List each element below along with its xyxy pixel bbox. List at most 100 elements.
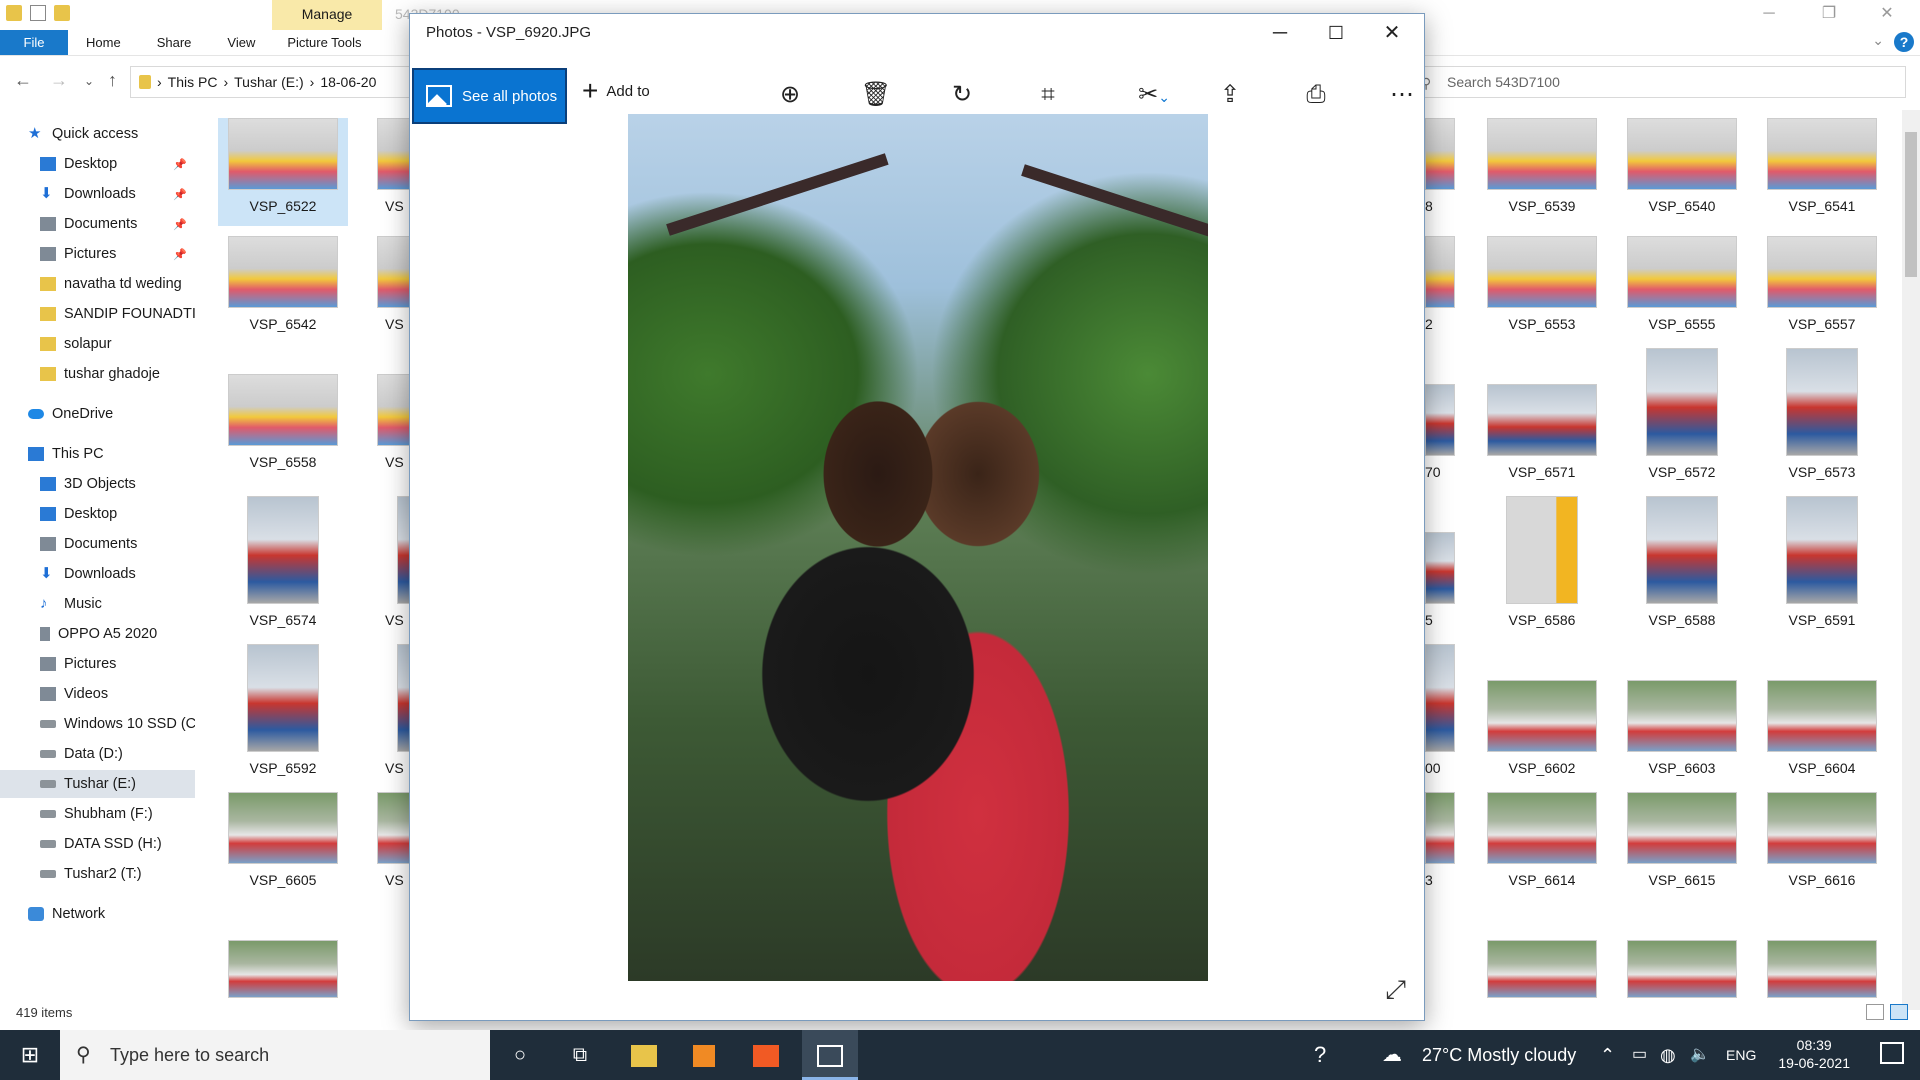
thumbnail-item[interactable]: VSP_6604 — [1757, 680, 1887, 788]
nav-this-pc[interactable]: This PC — [28, 440, 223, 468]
delete-icon[interactable]: 🗑 — [856, 76, 896, 116]
nav-folder-tushar[interactable]: tushar ghadoje — [40, 360, 195, 388]
thumbnail-item[interactable]: 00 — [1425, 644, 1465, 776]
cortana-icon[interactable]: ○ — [492, 1030, 548, 1080]
chevron-down-icon[interactable]: ⌄ — [1872, 32, 1884, 49]
search-input[interactable]: ⚲ Search 543D7100 — [1410, 66, 1906, 98]
nav-network[interactable]: Network — [28, 900, 223, 928]
thumbnail-item[interactable]: VSP_6574 — [218, 496, 348, 628]
breadcrumb-folder[interactable]: 18-06-20 — [320, 74, 376, 90]
displayed-photo[interactable] — [628, 114, 1208, 981]
nav-pictures[interactable]: Pictures 📌 — [40, 240, 195, 268]
thumbnail-item[interactable]: VSP_6586 — [1477, 496, 1607, 628]
tab-picture-tools[interactable]: Picture Tools — [273, 30, 379, 55]
nav-drive-e[interactable]: Tushar (E:) — [0, 770, 195, 798]
nav-desktop[interactable]: Desktop 📌 — [40, 150, 195, 178]
thumbnail-item[interactable]: VSP_6557 — [1757, 236, 1887, 344]
nav-drive-h[interactable]: DATA SSD (H:) — [40, 830, 195, 858]
thumbnail-item[interactable]: VSP_6603 — [1617, 680, 1747, 788]
nav-documents[interactable]: Documents 📌 — [40, 210, 195, 238]
xampp-icon[interactable] — [738, 1030, 794, 1080]
nav-folder-sandip[interactable]: SANDIP FOUNADTI( — [40, 300, 195, 328]
thumbnail-item[interactable]: VSP_6614 — [1477, 792, 1607, 900]
large-icons-view-icon[interactable] — [1890, 1004, 1908, 1020]
photos-taskbar-icon[interactable] — [802, 1030, 858, 1080]
nav-downloads[interactable]: ⬇ Downloads 📌 — [40, 180, 195, 208]
thumbnail-item[interactable] — [1477, 940, 1607, 1000]
recent-locations-icon[interactable]: ⌄ — [84, 74, 94, 88]
thumbnail-item[interactable]: VS — [355, 118, 427, 226]
forward-arrow-icon[interactable]: → — [50, 70, 68, 91]
thumbnail-item[interactable]: VSP_6553 — [1477, 236, 1607, 344]
nav-pc-documents[interactable]: Documents — [40, 530, 195, 558]
back-arrow-icon[interactable]: ← — [14, 70, 32, 91]
nav-videos[interactable]: Videos — [40, 680, 195, 708]
thumbnail-item[interactable]: VSP_6572 — [1617, 348, 1747, 480]
thumbnail-item[interactable]: VSP_6588 — [1617, 496, 1747, 628]
minimize-icon[interactable]: ─ — [1252, 18, 1308, 50]
weather-icon[interactable]: ☁ — [1382, 1030, 1402, 1080]
breadcrumb-drive[interactable]: Tushar (E:) — [234, 74, 304, 90]
nav-drive-c[interactable]: Windows 10 SSD (C — [40, 710, 195, 738]
thumbnail-item[interactable]: VS — [355, 644, 427, 776]
thumbnail-item[interactable]: VSP_6539 — [1477, 118, 1607, 226]
rotate-icon[interactable]: ↻ — [942, 76, 982, 116]
zoom-in-icon[interactable]: ⊕ — [770, 76, 810, 116]
more-icon[interactable]: ⋯ — [1382, 76, 1422, 116]
restore-icon[interactable]: ❐ — [1806, 0, 1852, 30]
share-icon[interactable]: ⇪ — [1210, 76, 1250, 116]
thumbnail-item[interactable]: 2 — [1425, 236, 1465, 344]
nav-drive-t[interactable]: Tushar2 (T:) — [40, 860, 195, 888]
close-icon[interactable]: ✕ — [1864, 0, 1910, 30]
taskbar-search[interactable]: ⚲ Type here to search — [60, 1030, 490, 1080]
windows-start-icon[interactable]: ⊞ — [0, 1030, 60, 1080]
scrollbar-thumb[interactable] — [1905, 132, 1917, 277]
nav-pc-downloads[interactable]: ⬇ Downloads — [40, 560, 195, 588]
manage-tab[interactable]: Manage — [272, 0, 382, 30]
breadcrumb-this-pc[interactable]: This PC — [168, 74, 218, 90]
thumbnail-item[interactable]: VSP_6542 — [218, 236, 348, 344]
clock[interactable]: 08:39 19-06-2021 — [1778, 1036, 1850, 1072]
nav-quick-access[interactable]: ★ Quick access — [28, 120, 223, 148]
thumbnail-item[interactable]: VSP_6592 — [218, 644, 348, 776]
thumbnail-item[interactable]: VS — [355, 236, 427, 344]
minimize-icon[interactable]: ─ — [1746, 0, 1792, 30]
thumbnail-item[interactable]: VSP_6522 — [218, 118, 348, 226]
new-folder-icon[interactable] — [54, 5, 70, 21]
task-view-icon[interactable]: ⧉ — [552, 1030, 608, 1080]
thumbnail-item[interactable]: VS — [355, 374, 427, 482]
nav-3d-objects[interactable]: 3D Objects — [40, 470, 195, 498]
sublime-text-icon[interactable] — [676, 1030, 732, 1080]
thumbnail-item[interactable]: VS — [355, 496, 427, 628]
add-to-button[interactable]: + Add to — [582, 77, 650, 105]
address-bar[interactable]: › This PC › Tushar (E:) › 18-06-20 — [130, 66, 420, 98]
battery-icon[interactable]: ▭ — [1632, 1030, 1647, 1080]
edit-icon[interactable]: ✂⌄ — [1124, 76, 1184, 116]
thumbnail-item[interactable]: 5 — [1425, 532, 1465, 640]
thumbnail-item[interactable]: VSP_6558 — [218, 374, 348, 482]
help-icon[interactable]: ? — [1314, 1030, 1326, 1080]
thumbnail-item[interactable] — [1757, 940, 1887, 1000]
file-tab[interactable]: File — [0, 30, 68, 55]
network-icon[interactable]: ◍ — [1660, 1030, 1676, 1080]
thumbnail-item[interactable]: VSP_6573 — [1757, 348, 1887, 480]
tab-share[interactable]: Share — [139, 30, 210, 55]
chevron-up-icon[interactable]: ⌃ — [1600, 1030, 1615, 1080]
maximize-icon[interactable]: ☐ — [1308, 18, 1364, 50]
close-icon[interactable]: ✕ — [1364, 18, 1420, 50]
file-explorer-icon[interactable] — [616, 1030, 672, 1080]
properties-icon[interactable] — [30, 5, 46, 21]
nav-folder-navatha[interactable]: navatha td weding — [40, 270, 195, 298]
thumbnail-item[interactable]: VSP_6605 — [218, 792, 348, 900]
nav-music[interactable]: ♪ Music — [40, 590, 195, 618]
nav-pc-desktop[interactable]: Desktop — [40, 500, 195, 528]
thumbnail-item[interactable]: VSP_6541 — [1757, 118, 1887, 226]
tab-home[interactable]: Home — [68, 30, 139, 55]
thumbnail-item[interactable]: VS — [355, 792, 427, 900]
tab-view[interactable]: View — [209, 30, 273, 55]
thumbnail-item[interactable]: VSP_6602 — [1477, 680, 1607, 788]
notifications-icon[interactable] — [1880, 1042, 1904, 1064]
see-all-photos-button[interactable]: See all photos — [412, 68, 567, 124]
details-view-icon[interactable] — [1866, 1004, 1884, 1020]
nav-drive-f[interactable]: Shubham (F:) — [40, 800, 195, 828]
